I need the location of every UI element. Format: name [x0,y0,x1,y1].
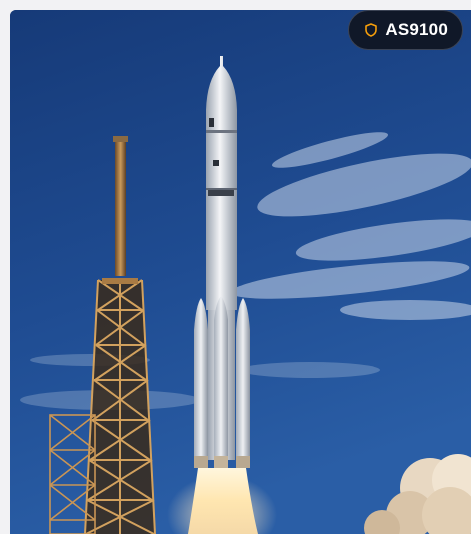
badge-label: AS9100 [385,20,448,39]
shield-icon [365,23,378,37]
certification-badge: AS9100 [348,10,463,50]
rocket-launch-image [10,10,471,534]
hero-image-card: AS9100 [10,10,471,534]
